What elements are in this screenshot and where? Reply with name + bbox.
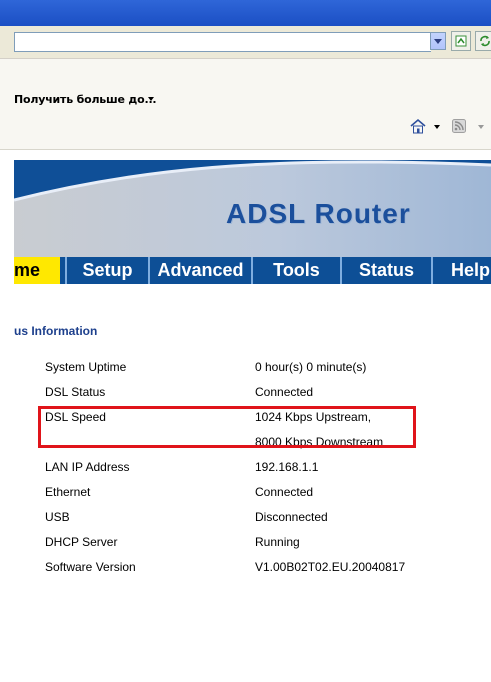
links-toolbar: Получить больше до... bbox=[0, 59, 491, 111]
router-nav-tabs: me Setup Advanced Tools Status Help bbox=[14, 257, 491, 284]
go-button[interactable] bbox=[451, 31, 471, 51]
address-bar bbox=[0, 26, 491, 59]
info-label: Ethernet bbox=[45, 485, 91, 499]
go-icon bbox=[455, 35, 467, 47]
chevron-down-icon[interactable] bbox=[148, 97, 154, 101]
window-titlebar bbox=[0, 0, 491, 26]
info-value: Connected bbox=[255, 485, 314, 499]
info-row-ethernet: Ethernet Connected bbox=[0, 485, 491, 501]
info-value: Running bbox=[255, 535, 300, 549]
home-icon[interactable] bbox=[410, 118, 426, 134]
info-label: DSL Status bbox=[45, 385, 106, 399]
info-label: DHCP Server bbox=[45, 535, 118, 549]
tab-help[interactable]: Help bbox=[431, 257, 491, 284]
address-input[interactable] bbox=[14, 32, 431, 52]
info-value: V1.00B02T02.EU.20040817 bbox=[255, 560, 406, 574]
info-label: USB bbox=[45, 510, 70, 524]
browser-chrome: Получить больше до... bbox=[0, 0, 491, 155]
info-row-usb: USB Disconnected bbox=[0, 510, 491, 526]
tab-tools[interactable]: Tools bbox=[251, 257, 340, 284]
info-row-lan-ip: LAN IP Address 192.168.1.1 bbox=[0, 460, 491, 476]
info-value: Connected bbox=[255, 385, 314, 399]
chevron-down-icon[interactable] bbox=[478, 125, 484, 129]
info-row-system-uptime: System Uptime 0 hour(s) 0 minute(s) bbox=[0, 360, 491, 376]
banner-title: ADSL Router bbox=[226, 198, 411, 229]
get-more-addons-link[interactable]: Получить больше до... bbox=[14, 93, 157, 106]
info-row-software-version: Software Version V1.00B02T02.EU.20040817 bbox=[0, 560, 491, 576]
tab-advanced[interactable]: Advanced bbox=[148, 257, 251, 284]
dsl-speed-highlight bbox=[38, 406, 416, 448]
refresh-button[interactable] bbox=[475, 31, 491, 51]
info-row-dsl-status: DSL Status Connected bbox=[0, 385, 491, 401]
tab-home[interactable]: me bbox=[14, 257, 60, 284]
info-value: Disconnected bbox=[255, 510, 328, 524]
info-value: 0 hour(s) 0 minute(s) bbox=[255, 360, 367, 374]
chevron-down-icon[interactable] bbox=[430, 32, 446, 50]
refresh-icon bbox=[480, 35, 490, 47]
info-label: System Uptime bbox=[45, 360, 127, 374]
section-title: us Information bbox=[14, 324, 98, 338]
tab-setup[interactable]: Setup bbox=[65, 257, 148, 284]
info-row-dhcp-server: DHCP Server Running bbox=[0, 535, 491, 551]
tab-status[interactable]: Status bbox=[340, 257, 431, 284]
feed-icon[interactable] bbox=[452, 119, 466, 133]
command-bar bbox=[0, 111, 491, 150]
info-label: LAN IP Address bbox=[45, 460, 130, 474]
info-label: Software Version bbox=[45, 560, 136, 574]
chevron-down-icon[interactable] bbox=[434, 125, 440, 129]
info-value: 192.168.1.1 bbox=[255, 460, 319, 474]
